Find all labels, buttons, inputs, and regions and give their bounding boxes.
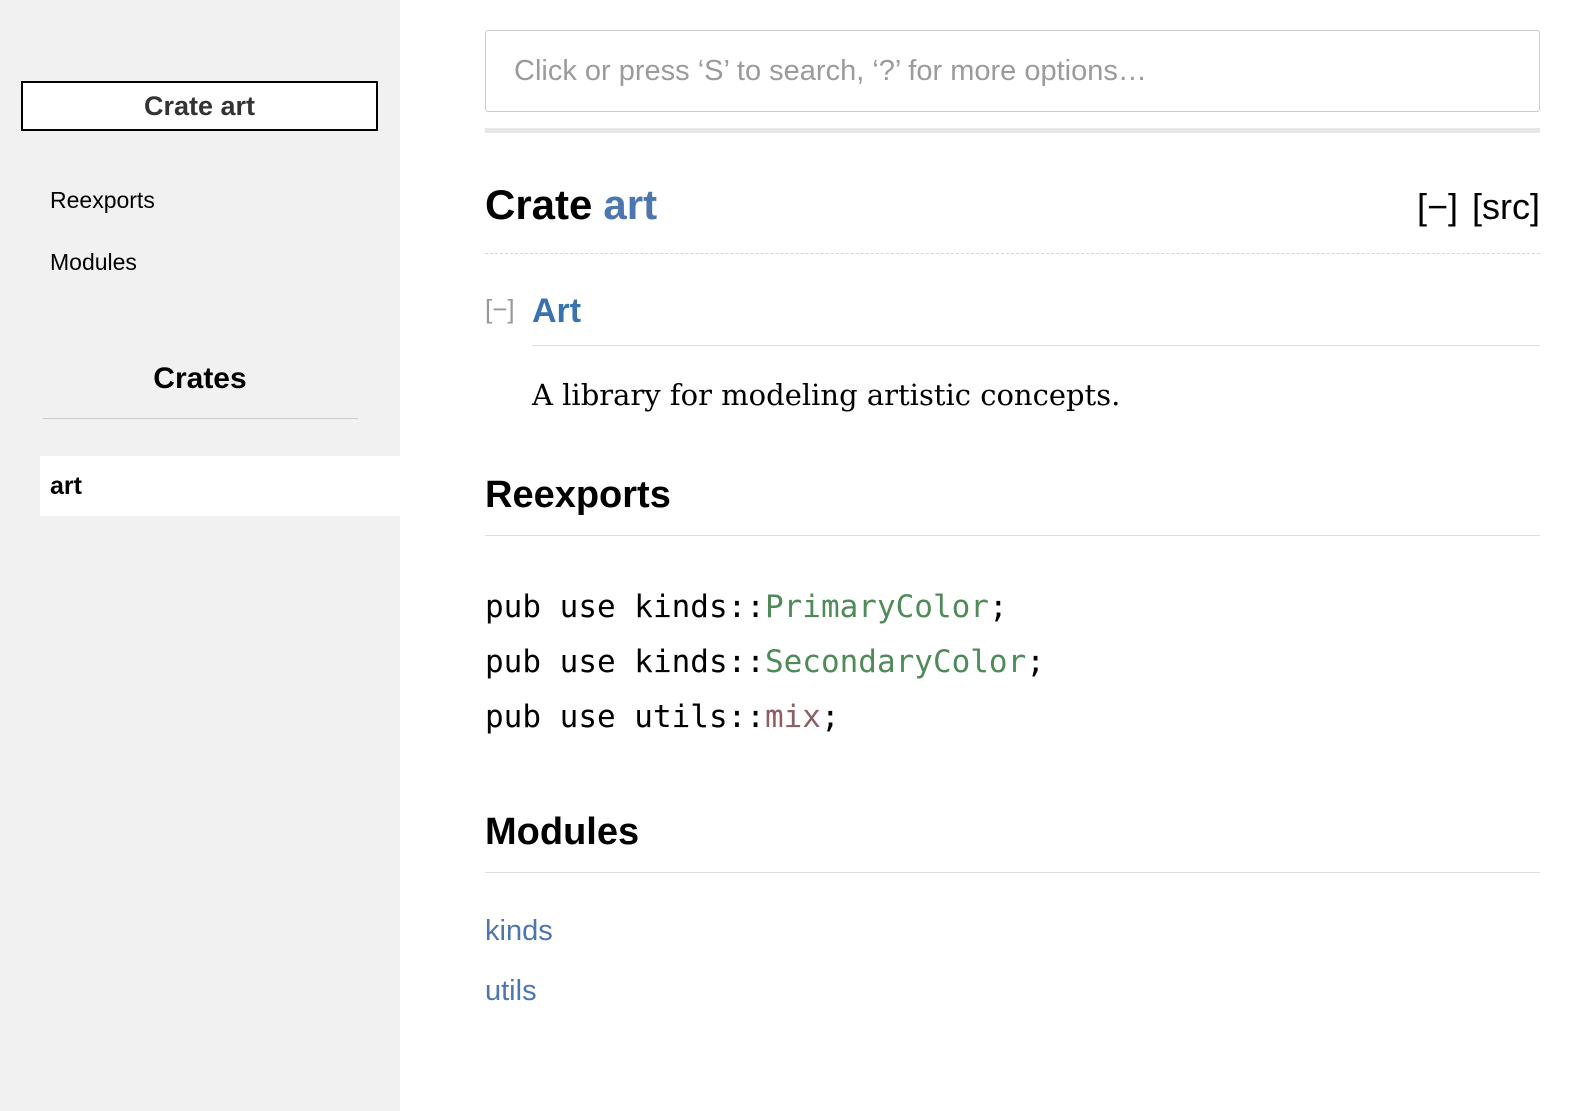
search-input[interactable]: [485, 30, 1540, 112]
crate-doc-title-link[interactable]: Art: [532, 292, 581, 331]
page-title-inband: Crateart: [485, 181, 657, 229]
reexport-link-primarycolor[interactable]: PrimaryColor: [765, 589, 989, 625]
crate-doc-section: [−] Art A library for modeling artistic …: [485, 292, 1540, 412]
src-link[interactable]: [src]: [1472, 186, 1540, 227]
reexport-prefix: pub use kinds::: [485, 589, 765, 625]
page-title-outband: [−] [src]: [1417, 186, 1540, 228]
reexport-item: pub use utils::mix;: [485, 690, 1540, 745]
main-content: Crateart [−] [src] [−] Art A library for …: [485, 30, 1540, 1008]
reexport-suffix: ;: [821, 699, 840, 735]
section-collapse-toggle[interactable]: [−]: [485, 294, 515, 325]
reexport-item: pub use kinds::PrimaryColor;: [485, 580, 1540, 635]
crate-list: art: [0, 456, 400, 516]
reexport-link-mix[interactable]: mix: [765, 699, 821, 735]
reexports-list: pub use kinds::PrimaryColor; pub use kin…: [485, 580, 1540, 745]
collapse-all-toggle[interactable]: [−]: [1417, 186, 1458, 227]
reexport-suffix: ;: [989, 589, 1008, 625]
page-title-prefix: Crate: [485, 181, 592, 228]
sidebar-section-links: Reexports Modules: [50, 187, 400, 276]
sidebar-crate-title[interactable]: Crate art: [21, 81, 378, 131]
reexports-heading: Reexports: [485, 474, 1540, 536]
crates-divider: [43, 418, 358, 419]
reexport-prefix: pub use utils::: [485, 699, 765, 735]
page-title-crate-link[interactable]: art: [603, 181, 657, 228]
crate-doc-rule: [532, 345, 1540, 346]
sidebar-item-modules[interactable]: Modules: [50, 249, 400, 276]
crates-heading: Crates: [0, 362, 400, 396]
crate-description: A library for modeling artistic concepts…: [532, 378, 1540, 412]
sidebar-item-reexports[interactable]: Reexports: [50, 187, 400, 214]
modules-list: kinds utils: [485, 915, 1540, 1008]
modules-heading: Modules: [485, 811, 1540, 873]
module-link-utils[interactable]: utils: [485, 975, 1540, 1008]
reexport-prefix: pub use kinds::: [485, 644, 765, 680]
search-sub-divider: [485, 128, 1540, 133]
page-title: Crateart [−] [src]: [485, 181, 1540, 254]
reexport-link-secondarycolor[interactable]: SecondaryColor: [765, 644, 1026, 680]
sidebar: Crate art Reexports Modules Crates art: [0, 0, 400, 1111]
reexport-item: pub use kinds::SecondaryColor;: [485, 635, 1540, 690]
crate-doc-body: Art A library for modeling artistic conc…: [532, 292, 1540, 412]
module-link-kinds[interactable]: kinds: [485, 915, 1540, 948]
sidebar-crate-item-art[interactable]: art: [40, 456, 400, 516]
reexport-suffix: ;: [1026, 644, 1045, 680]
